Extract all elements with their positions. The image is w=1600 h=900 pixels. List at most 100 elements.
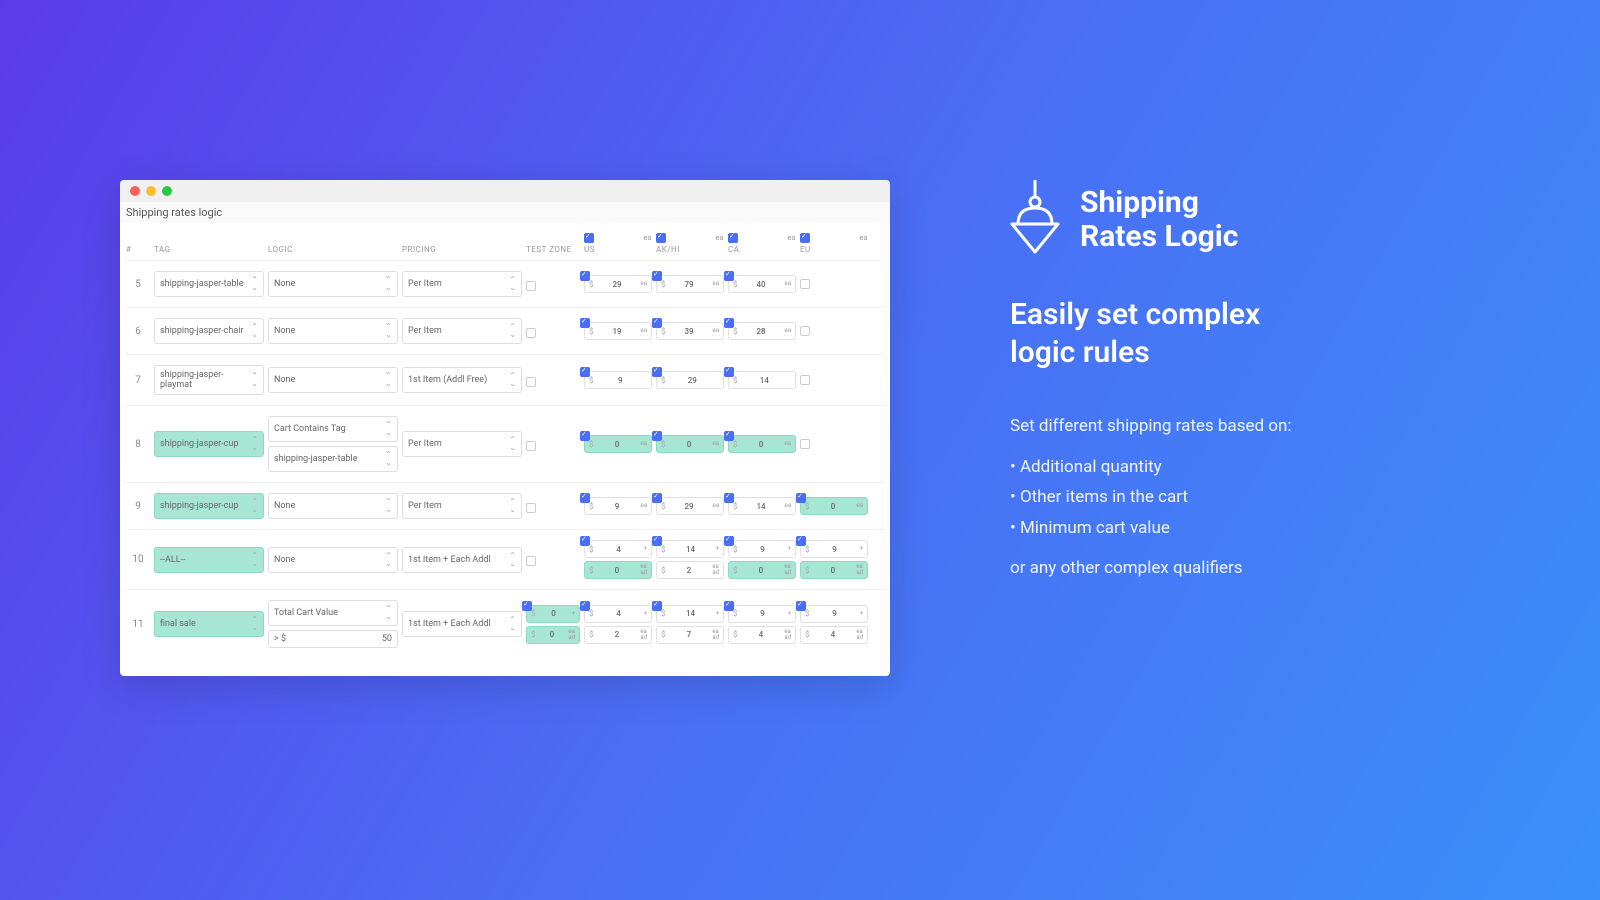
price-checkbox[interactable] [652, 367, 662, 377]
logic-select[interactable]: None⌃⌄ [268, 547, 398, 573]
price-checkbox[interactable] [724, 601, 734, 611]
test-zone-checkbox[interactable] [526, 281, 536, 291]
logic-select[interactable]: None⌃⌄ [268, 318, 398, 344]
logic-select[interactable]: Cart Contains Tag⌃⌄ [268, 416, 398, 442]
price-input[interactable]: $29 [656, 371, 724, 389]
tag-select[interactable]: shipping-jasper-playmat⌃⌄ [154, 365, 264, 395]
price-input[interactable]: $29ea [656, 497, 724, 515]
close-icon[interactable] [130, 186, 140, 196]
price-input[interactable]: $2eaad [656, 561, 724, 579]
zone-checkbox[interactable] [584, 233, 594, 243]
price-input[interactable]: $9+ [728, 605, 796, 623]
price-checkbox[interactable] [652, 601, 662, 611]
price-checkbox[interactable] [652, 271, 662, 281]
price-checkbox[interactable] [724, 536, 734, 546]
pricing-select[interactable]: Per Item⌃⌄ [402, 318, 522, 344]
price-checkbox[interactable] [724, 431, 734, 441]
zone-checkbox[interactable] [800, 439, 810, 449]
price-input[interactable]: $0eaad [800, 561, 868, 579]
price-checkbox[interactable] [580, 536, 590, 546]
price-input[interactable]: $0ea [584, 435, 652, 453]
test-zone-checkbox[interactable] [526, 328, 536, 338]
price-input[interactable]: $4+ [584, 540, 652, 558]
zone-checkbox[interactable] [728, 233, 738, 243]
price-input[interactable]: $4+ [584, 605, 652, 623]
price-input[interactable]: $79ea [656, 275, 724, 293]
price-input[interactable]: $4eaad [728, 626, 796, 644]
tag-select[interactable]: --ALL--⌃⌄ [154, 547, 264, 573]
price-input[interactable]: $4eaad [800, 626, 868, 644]
price-checkbox[interactable] [580, 493, 590, 503]
price-checkbox[interactable] [724, 318, 734, 328]
test-zone-checkbox[interactable] [526, 503, 536, 513]
pricing-select[interactable]: Per Item⌃⌄ [402, 493, 522, 519]
price-input[interactable]: $19ea [584, 322, 652, 340]
price-checkbox[interactable] [580, 367, 590, 377]
price-input[interactable]: $9+ [800, 540, 868, 558]
price-input[interactable]: $0+ [526, 605, 580, 623]
pricing-select[interactable]: Per Item⌃⌄ [402, 431, 522, 457]
logic-value-input[interactable]: > $50 [268, 630, 398, 648]
pricing-select[interactable]: Per Item⌃⌄ [402, 271, 522, 297]
pricing-select[interactable]: 1st Item + Each Addl⌃⌄ [402, 611, 522, 637]
price-input[interactable]: $0ea [800, 497, 868, 515]
price-input[interactable]: $39ea [656, 322, 724, 340]
test-zone-checkbox[interactable] [526, 441, 536, 451]
logic-select[interactable]: Total Cart Value⌃⌄ [268, 600, 398, 626]
zone-checkbox[interactable] [800, 233, 810, 243]
price-checkbox[interactable] [796, 536, 806, 546]
price-input[interactable]: $14 [728, 371, 796, 389]
price-input[interactable]: $9+ [728, 540, 796, 558]
price-input[interactable]: $7eaad [656, 626, 724, 644]
tag-select[interactable]: shipping-jasper-cup⌃⌄ [154, 493, 264, 519]
price-checkbox[interactable] [724, 493, 734, 503]
price-input[interactable]: $0eaad [584, 561, 652, 579]
price-checkbox[interactable] [580, 318, 590, 328]
price-checkbox[interactable] [522, 601, 532, 611]
price-input[interactable]: $9ea [584, 497, 652, 515]
zone-cell: $9+ $4eaad [728, 605, 796, 644]
logic-select[interactable]: None⌃⌄ [268, 367, 398, 393]
price-input[interactable]: $40ea [728, 275, 796, 293]
price-checkbox[interactable] [796, 601, 806, 611]
logic-select[interactable]: shipping-jasper-table⌃⌄ [268, 446, 398, 472]
price-checkbox[interactable] [580, 601, 590, 611]
zone-checkbox[interactable] [800, 375, 810, 385]
minimize-icon[interactable] [146, 186, 156, 196]
price-checkbox[interactable] [652, 493, 662, 503]
price-checkbox[interactable] [724, 367, 734, 377]
price-checkbox[interactable] [652, 318, 662, 328]
price-checkbox[interactable] [796, 493, 806, 503]
zone-checkbox[interactable] [800, 279, 810, 289]
price-input[interactable]: $0ea [656, 435, 724, 453]
price-checkbox[interactable] [652, 431, 662, 441]
price-input[interactable]: $0eaad [728, 561, 796, 579]
price-checkbox[interactable] [580, 431, 590, 441]
price-input[interactable]: $14ea [728, 497, 796, 515]
pricing-select[interactable]: 1st Item (Addl Free)⌃⌄ [402, 367, 522, 393]
price-input[interactable]: $2eaad [584, 626, 652, 644]
logic-select[interactable]: None⌃⌄ [268, 271, 398, 297]
price-input[interactable]: $14+ [656, 540, 724, 558]
tag-select[interactable]: shipping-jasper-cup⌃⌄ [154, 431, 264, 457]
price-input[interactable]: $9 [584, 371, 652, 389]
tag-select[interactable]: shipping-jasper-chair⌃⌄ [154, 318, 264, 344]
price-checkbox[interactable] [652, 536, 662, 546]
tag-select[interactable]: shipping-jasper-table⌃⌄ [154, 271, 264, 297]
pricing-select[interactable]: 1st Item + Each Addl⌃⌄ [402, 547, 522, 573]
price-input[interactable]: $0ea [728, 435, 796, 453]
price-checkbox[interactable] [580, 271, 590, 281]
logic-select[interactable]: None⌃⌄ [268, 493, 398, 519]
tag-select[interactable]: final sale⌃⌄ [154, 611, 264, 637]
price-input[interactable]: $9+ [800, 605, 868, 623]
price-input[interactable]: $29ea [584, 275, 652, 293]
zoom-icon[interactable] [162, 186, 172, 196]
price-input[interactable]: $28ea [728, 322, 796, 340]
price-input[interactable]: $0eaad [526, 626, 580, 644]
test-zone-checkbox[interactable] [526, 556, 536, 566]
price-checkbox[interactable] [724, 271, 734, 281]
zone-checkbox[interactable] [800, 326, 810, 336]
test-zone-checkbox[interactable] [526, 377, 536, 387]
price-input[interactable]: $14+ [656, 605, 724, 623]
zone-checkbox[interactable] [656, 233, 666, 243]
